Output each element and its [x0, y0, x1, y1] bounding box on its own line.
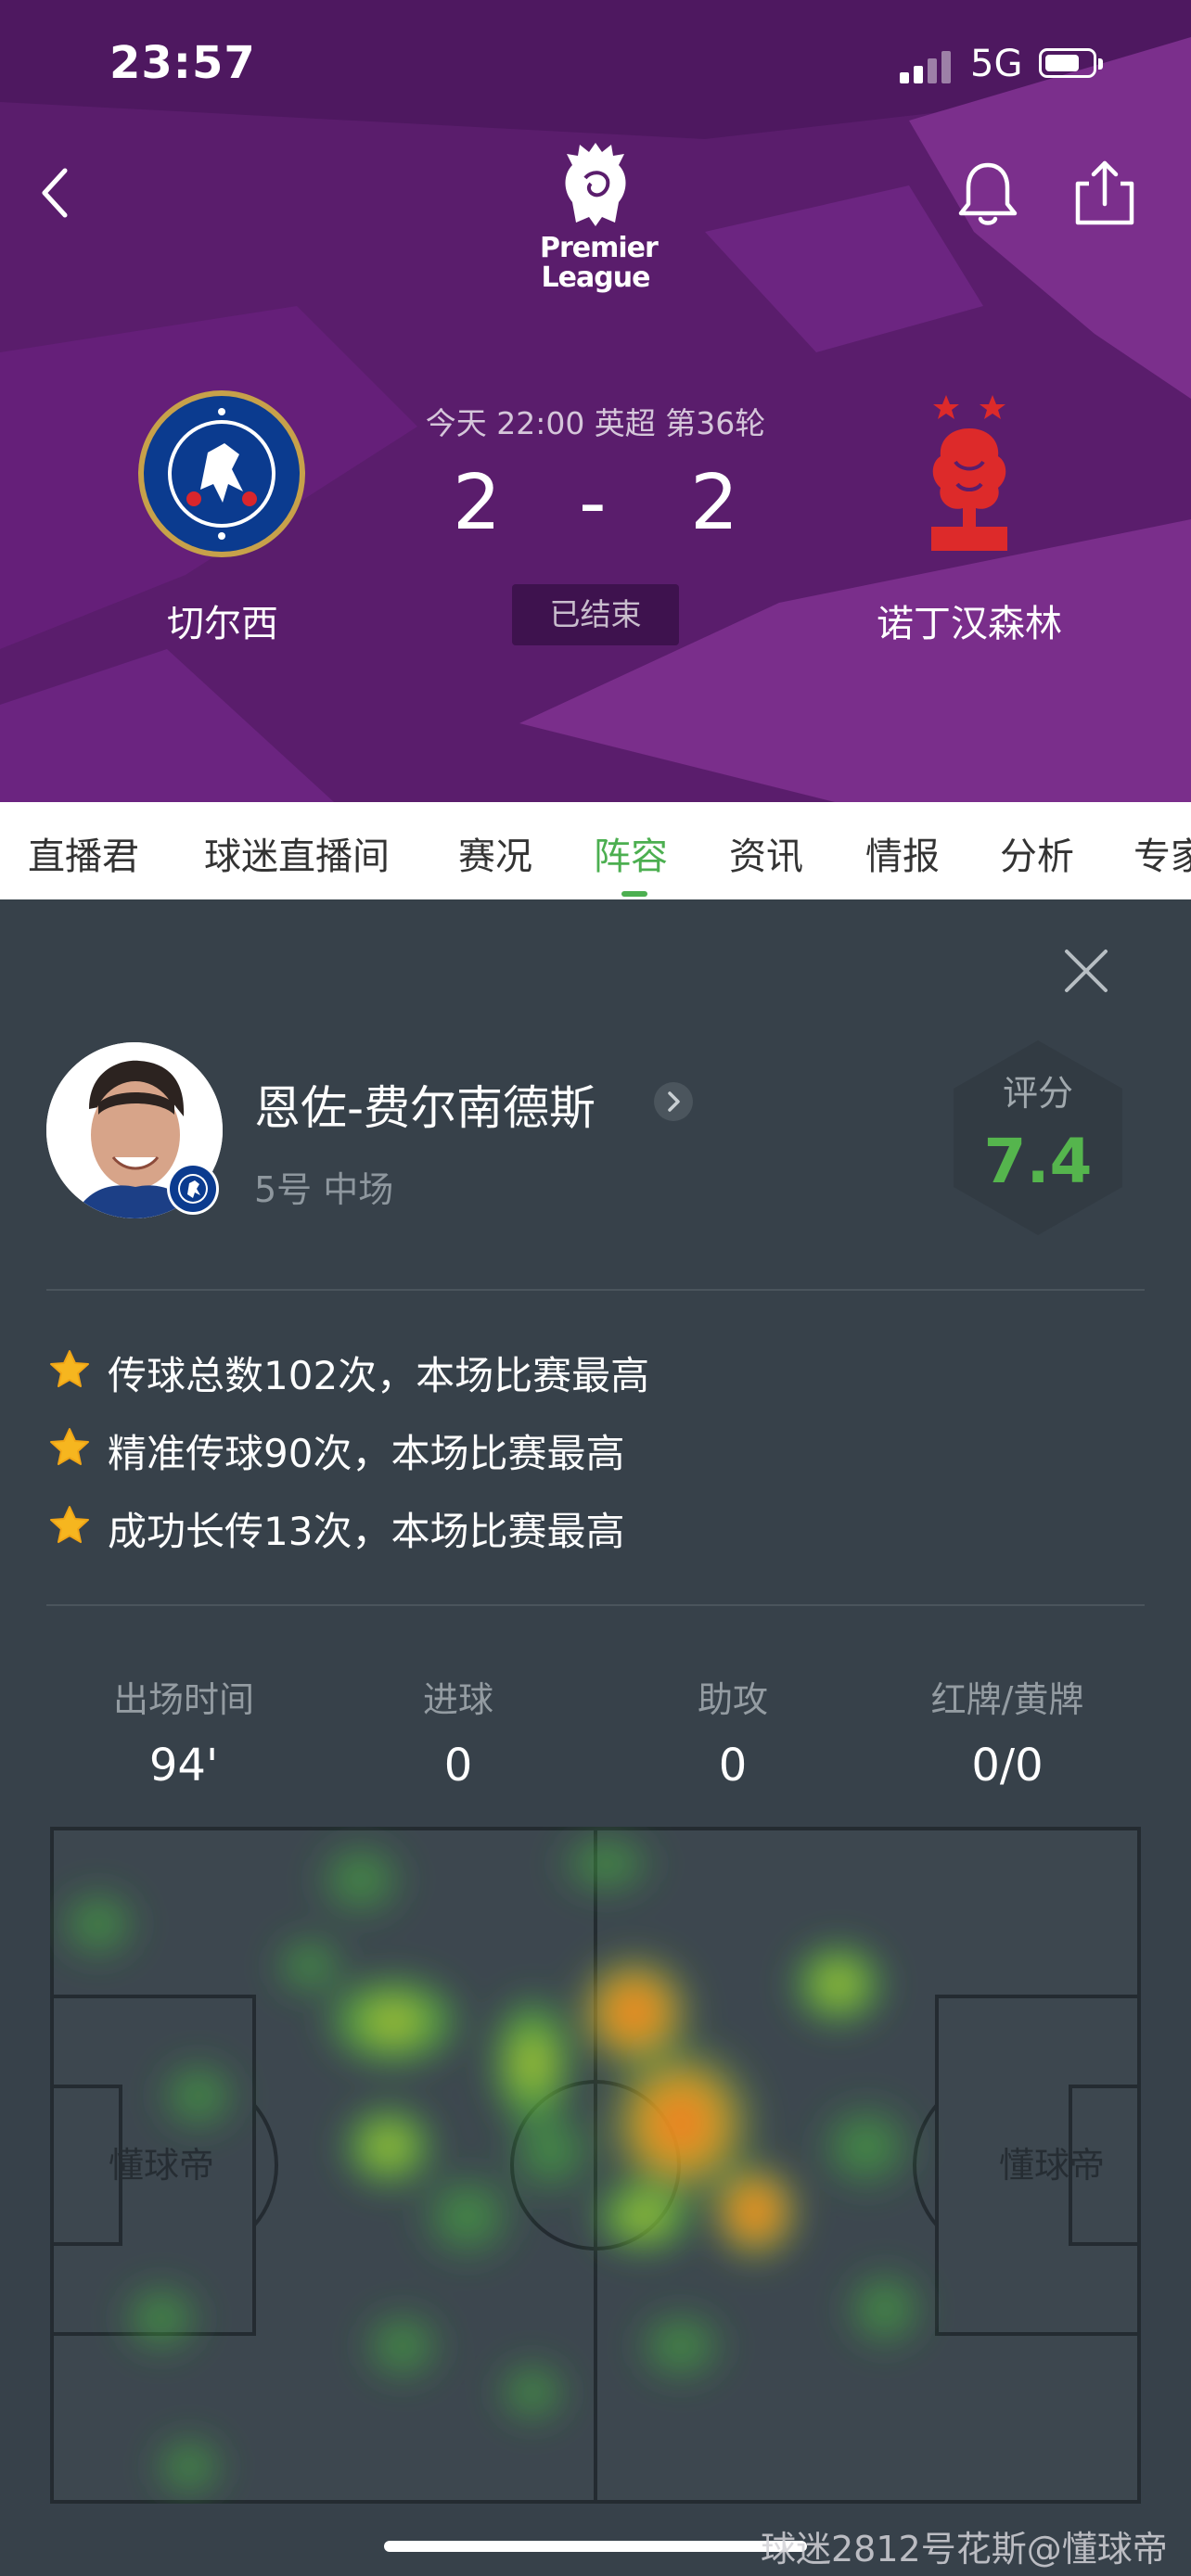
lion-crest-icon — [565, 143, 626, 226]
highlight-text: 成功长传13次，本场比赛最高 — [108, 1509, 625, 1554]
highlight-text: 精准传球90次，本场比赛最高 — [108, 1431, 625, 1476]
network-label: 5G — [970, 43, 1023, 85]
tab-bar: 直播君 球迷直播间 赛况 阵容 资讯 情报 分析 专家 — [0, 802, 1191, 899]
nottingham-forest-logo-icon[interactable] — [918, 388, 1020, 556]
stat-minutes-label: 出场时间 — [112, 1679, 254, 1720]
tab-live[interactable]: 直播君 — [28, 826, 139, 880]
chelsea-logo-icon[interactable] — [135, 388, 308, 560]
bell-icon[interactable] — [955, 158, 1020, 228]
league-name-line2: League — [541, 261, 651, 294]
divider — [46, 1289, 1145, 1291]
active-tab-indicator — [621, 891, 647, 897]
match-header: 23:57 5G Premier League 切尔西 诺丁汉森林 今天 22:… — [0, 0, 1191, 802]
tab-lineup[interactable]: 阵容 — [594, 826, 668, 880]
tab-analysis[interactable]: 分析 — [1000, 826, 1074, 880]
close-icon[interactable] — [1063, 948, 1109, 994]
share-icon[interactable] — [1069, 158, 1141, 228]
pitch-watermark-left: 懂球帝 — [109, 2145, 214, 2186]
premier-league-logo: Premier League — [540, 137, 659, 295]
highlight-text: 传球总数102次，本场比赛最高 — [108, 1353, 650, 1398]
tab-experts[interactable]: 专家 — [1133, 826, 1191, 880]
signal-icon — [900, 50, 954, 83]
status-bar: 23:57 5G — [0, 0, 1191, 130]
tab-fan-room[interactable]: 球迷直播间 — [204, 826, 390, 880]
star-icon — [50, 1428, 89, 1465]
star-icon — [50, 1350, 89, 1387]
stat-assists-label: 助攻 — [697, 1679, 768, 1720]
stat-assists-value: 0 — [718, 1740, 748, 1792]
team-badge-icon — [167, 1163, 219, 1215]
scoreboard: 2 - 2 — [408, 459, 783, 561]
home-score: 2 — [453, 459, 502, 547]
league-name-line1: Premier — [540, 232, 659, 264]
rating-label: 评分 — [1002, 1073, 1073, 1114]
tab-news[interactable]: 资讯 — [729, 826, 803, 880]
stat-cards-value: 0/0 — [971, 1740, 1044, 1792]
tab-intel[interactable]: 情报 — [865, 826, 940, 880]
match-status-badge: 已结束 — [512, 584, 679, 645]
heatmap-pitch: 懂球帝 懂球帝 — [50, 1827, 1141, 2504]
stat-goals-label: 进球 — [422, 1679, 493, 1720]
player-number-position: 5号 中场 — [254, 1169, 394, 1210]
chevron-right-icon[interactable] — [653, 1081, 694, 1122]
match-info: 今天 22:00 英超 第36轮 — [425, 405, 766, 441]
rating-value: 7.4 — [983, 1126, 1093, 1197]
home-team-name[interactable]: 切尔西 — [130, 593, 315, 647]
image-watermark: 球迷2812号花斯@懂球帝 — [761, 2529, 1168, 2570]
away-score: 2 — [690, 459, 739, 547]
tab-match-status[interactable]: 赛况 — [458, 826, 532, 880]
divider — [46, 1604, 1145, 1606]
stat-goals-value: 0 — [443, 1740, 473, 1792]
home-indicator[interactable] — [384, 2541, 807, 2552]
pitch-watermark-right: 懂球帝 — [999, 2145, 1105, 2186]
score-separator: - — [579, 459, 607, 547]
star-icon — [50, 1506, 89, 1543]
battery-icon — [1039, 48, 1103, 78]
back-arrow-icon[interactable] — [35, 165, 78, 221]
status-time: 23:57 — [109, 37, 256, 89]
away-team-name[interactable]: 诺丁汉森林 — [853, 593, 1085, 647]
stat-cards-label: 红牌/黄牌 — [930, 1679, 1084, 1720]
player-name[interactable]: 恩佐-费尔南德斯 — [254, 1071, 596, 1138]
stat-minutes-value: 94' — [148, 1740, 219, 1792]
